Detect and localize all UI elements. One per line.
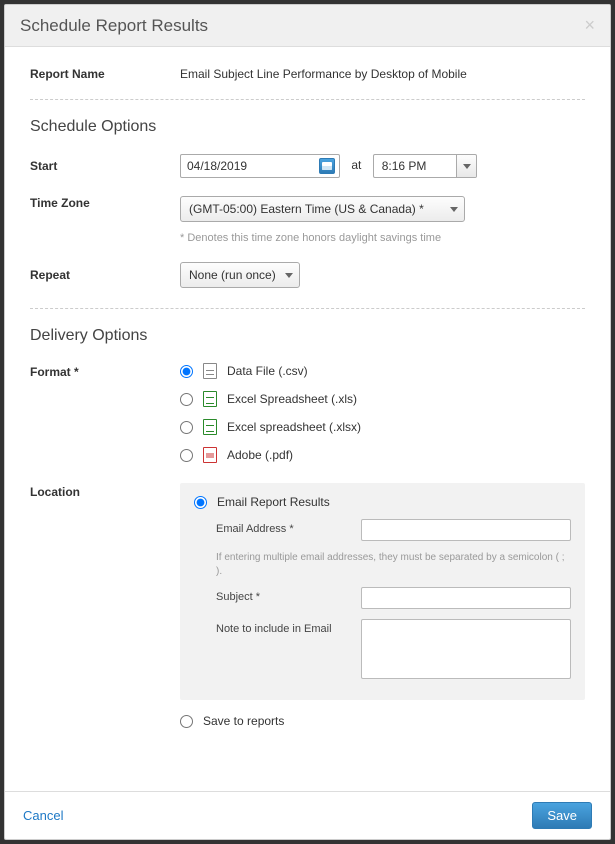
format-radio-pdf[interactable] [180, 449, 193, 462]
email-option-label: Email Report Results [217, 495, 330, 509]
note-label: Note to include in Email [216, 619, 361, 635]
divider [30, 99, 585, 100]
location-option-email[interactable]: Email Report Results [194, 495, 571, 509]
start-date-value: 04/18/2019 [187, 159, 247, 173]
format-options: Data File (.csv) Excel Spreadsheet (.xls… [180, 363, 585, 463]
email-address-label: Email Address * [216, 519, 361, 535]
timezone-select[interactable]: (GMT-05:00) Eastern Time (US & Canada) * [180, 196, 465, 222]
calendar-icon[interactable] [319, 158, 335, 174]
start-fields: 04/18/2019 at 8:16 PM [180, 154, 585, 178]
format-option-xlsx[interactable]: Excel spreadsheet (.xlsx) [180, 419, 585, 435]
subject-input[interactable] [361, 587, 571, 609]
location-radio-save[interactable] [180, 715, 193, 728]
note-row: Note to include in Email [216, 619, 571, 684]
location-section: Location Email Report Results Email Addr… [30, 483, 585, 728]
start-time-input[interactable]: 8:16 PM [373, 154, 478, 178]
format-radio-xls[interactable] [180, 393, 193, 406]
format-label: Format * [30, 363, 180, 379]
email-address-row: Email Address * [216, 519, 571, 541]
location-options: Email Report Results Email Address * If … [180, 483, 585, 728]
subject-label: Subject * [216, 587, 361, 603]
timezone-row: Time Zone (GMT-05:00) Eastern Time (US &… [30, 196, 585, 244]
modal-title: Schedule Report Results [20, 16, 208, 36]
save-to-reports-label: Save to reports [203, 714, 284, 728]
repeat-select[interactable]: None (run once) [180, 262, 300, 288]
cancel-button[interactable]: Cancel [23, 808, 63, 823]
file-csv-icon [203, 363, 217, 379]
schedule-options-heading: Schedule Options [30, 118, 585, 136]
timezone-fields: (GMT-05:00) Eastern Time (US & Canada) *… [180, 196, 585, 244]
divider [30, 308, 585, 309]
timezone-hint: * Denotes this time zone honors daylight… [180, 232, 585, 244]
format-radio-xlsx[interactable] [180, 421, 193, 434]
format-option-xls[interactable]: Excel Spreadsheet (.xls) [180, 391, 585, 407]
format-section: Format * Data File (.csv) Excel Spreadsh… [30, 363, 585, 463]
start-time-value: 8:16 PM [374, 159, 457, 173]
start-date-input[interactable]: 04/18/2019 [180, 154, 340, 178]
close-icon[interactable]: × [584, 15, 595, 36]
location-option-save[interactable]: Save to reports [180, 714, 585, 728]
repeat-value: None (run once) [189, 268, 276, 282]
modal-header: Schedule Report Results × [5, 5, 610, 47]
repeat-label: Repeat [30, 268, 180, 282]
file-xlsx-icon [203, 419, 217, 435]
note-textarea[interactable] [361, 619, 571, 679]
at-label: at [351, 158, 361, 172]
modal-footer: Cancel Save [5, 791, 610, 839]
email-hint: If entering multiple email addresses, th… [216, 551, 571, 579]
file-xls-icon [203, 391, 217, 407]
time-dropdown-button[interactable] [456, 155, 476, 177]
timezone-value: (GMT-05:00) Eastern Time (US & Canada) * [189, 202, 424, 216]
schedule-report-modal: Schedule Report Results × Report Name Em… [4, 4, 611, 840]
report-name-label: Report Name [30, 67, 180, 81]
chevron-down-icon [450, 207, 458, 212]
delivery-options-heading: Delivery Options [30, 327, 585, 345]
save-button[interactable]: Save [532, 802, 592, 829]
format-radio-csv[interactable] [180, 365, 193, 378]
start-row: Start 04/18/2019 at 8:16 PM [30, 154, 585, 178]
format-xlsx-label: Excel spreadsheet (.xlsx) [227, 420, 361, 434]
chevron-down-icon [463, 164, 471, 169]
format-option-pdf[interactable]: Adobe (.pdf) [180, 447, 585, 463]
location-label: Location [30, 483, 180, 499]
email-address-input[interactable] [361, 519, 571, 541]
report-name-value: Email Subject Line Performance by Deskto… [180, 67, 585, 81]
report-name-row: Report Name Email Subject Line Performan… [30, 67, 585, 81]
chevron-down-icon [285, 273, 293, 278]
repeat-fields: None (run once) [180, 262, 585, 288]
format-csv-label: Data File (.csv) [227, 364, 308, 378]
timezone-label: Time Zone [30, 196, 180, 210]
subject-row: Subject * [216, 587, 571, 609]
format-xls-label: Excel Spreadsheet (.xls) [227, 392, 357, 406]
repeat-row: Repeat None (run once) [30, 262, 585, 288]
start-label: Start [30, 159, 180, 173]
email-location-box: Email Report Results Email Address * If … [180, 483, 585, 700]
format-option-csv[interactable]: Data File (.csv) [180, 363, 585, 379]
location-radio-email[interactable] [194, 496, 207, 509]
file-pdf-icon [203, 447, 217, 463]
format-pdf-label: Adobe (.pdf) [227, 448, 293, 462]
modal-body: Report Name Email Subject Line Performan… [5, 47, 610, 791]
